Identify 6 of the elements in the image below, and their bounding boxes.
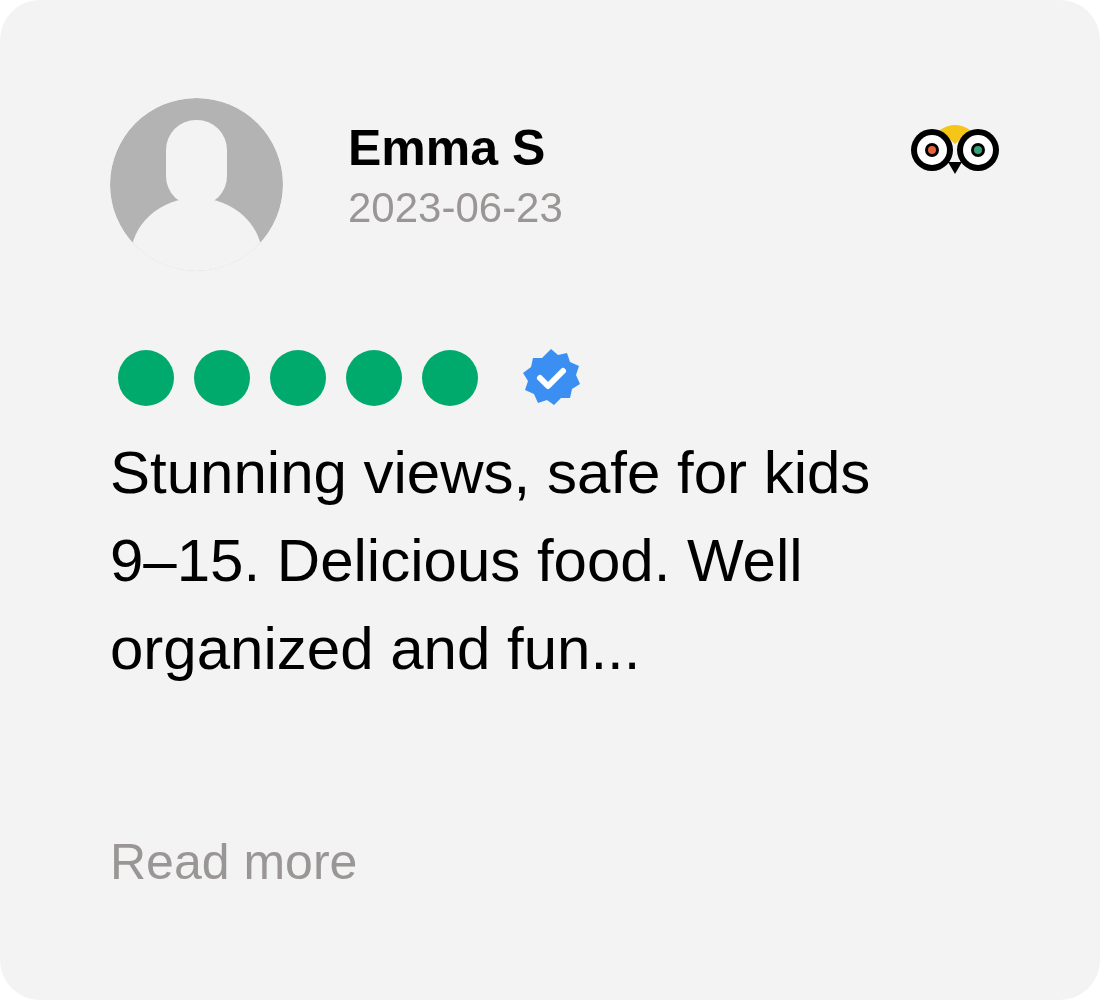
avatar-icon (110, 98, 283, 271)
read-more-link[interactable]: Read more (110, 825, 1000, 900)
review-text: Stunning views, safe for kids 9–15. Delicious food. Well organized and fun... (110, 438, 872, 684)
owl-logo-icon (910, 122, 1000, 174)
author-name: Emma S (348, 119, 547, 178)
review-date: 2023-06-23 (348, 183, 563, 233)
